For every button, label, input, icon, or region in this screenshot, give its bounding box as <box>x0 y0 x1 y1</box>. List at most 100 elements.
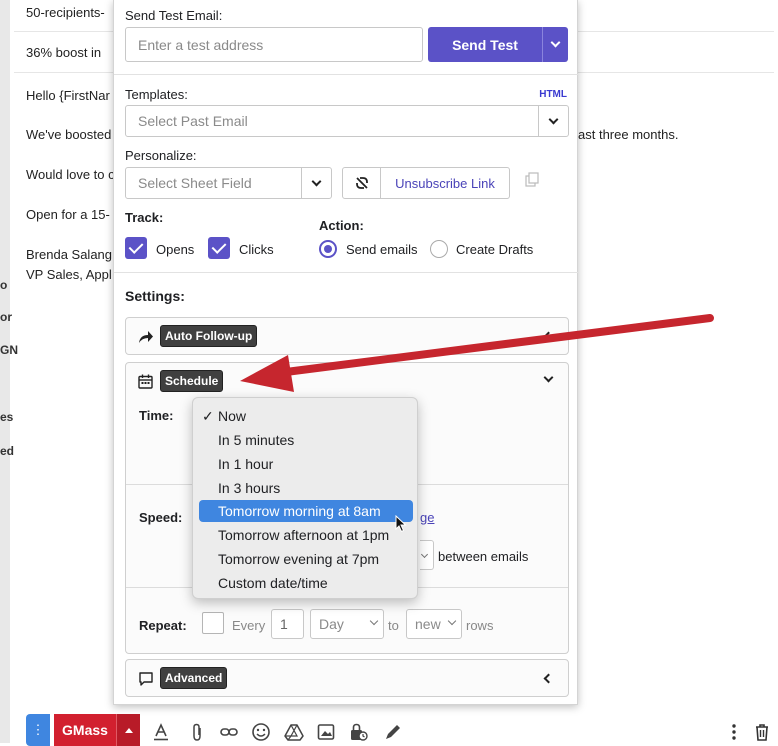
divider <box>114 74 579 75</box>
chevron-down-icon <box>420 550 429 559</box>
more-options-icon[interactable] <box>724 722 744 742</box>
unsubscribe-link-button[interactable]: Unsubscribe Link <box>381 168 509 198</box>
text-format-icon[interactable] <box>151 722 171 742</box>
attachment-icon[interactable] <box>187 722 207 742</box>
time-option-1hour[interactable]: In 1 hour <box>218 453 273 475</box>
cut-text: es <box>0 410 14 424</box>
gmass-button[interactable]: GMass <box>54 714 116 746</box>
test-address-input[interactable]: Enter a test address <box>125 27 423 62</box>
unlink-button[interactable] <box>343 168 381 198</box>
cut-text: GN <box>0 343 18 357</box>
advanced-section[interactable]: Advanced <box>125 659 569 697</box>
signature-name: Brenda Salang <box>26 247 113 262</box>
repeat-label: Repeat: <box>139 618 187 633</box>
chevron-left-icon <box>543 673 554 684</box>
settings-label: Settings: <box>125 288 185 304</box>
time-option-custom[interactable]: Custom date/time <box>218 572 328 594</box>
chevron-down-icon <box>550 37 561 48</box>
every-count-value: 1 <box>280 616 288 632</box>
rows-type-select[interactable]: new <box>406 609 462 639</box>
cut-text: or <box>0 310 12 324</box>
chevron-down-icon <box>447 616 457 626</box>
time-option-tomorrow-afternoon[interactable]: Tomorrow afternoon at 1pm <box>218 524 389 546</box>
chevron-down-icon <box>548 114 559 124</box>
body-line: Open for a 15- <box>26 207 110 222</box>
speed-link[interactable]: ge <box>420 510 434 525</box>
repeat-unit-select[interactable]: Day <box>310 609 384 639</box>
send-test-label: Send Test Email: <box>125 8 223 23</box>
create-drafts-radio[interactable] <box>430 240 448 258</box>
past-email-select[interactable]: Select Past Email <box>125 105 569 137</box>
rows-label: rows <box>466 618 494 633</box>
chevron-down-icon <box>311 176 322 186</box>
reply-forward-icon <box>139 331 153 343</box>
unlink-icon <box>355 177 368 189</box>
every-label: Every <box>232 618 266 633</box>
signature-pen-icon[interactable] <box>383 722 403 742</box>
time-option-label: Now <box>218 408 247 424</box>
sheet-field-dropdown[interactable] <box>301 168 331 198</box>
time-option-5min[interactable]: In 5 minutes <box>218 429 294 451</box>
send-test-button[interactable]: Send Test <box>428 27 542 62</box>
time-label: Time: <box>139 408 174 423</box>
copy-icon[interactable] <box>524 172 540 188</box>
send-test-button-group: Send Test <box>428 27 568 62</box>
action-label: Action: <box>319 218 364 233</box>
gmass-settings-dots-button[interactable]: ⋮ <box>26 714 50 746</box>
gmass-settings-toggle[interactable] <box>116 714 140 746</box>
send-emails-label: Send emails <box>346 242 418 257</box>
drive-icon[interactable] <box>284 722 304 742</box>
body-line: Would love to c <box>26 167 115 182</box>
chevron-down-icon <box>369 616 379 626</box>
body-line: Hello {FirstNar <box>26 88 110 103</box>
opens-checkbox[interactable] <box>125 237 147 259</box>
trash-icon[interactable] <box>752 722 772 742</box>
checkmark-icon: ✓ <box>202 408 214 424</box>
repeat-checkbox[interactable] <box>202 612 224 634</box>
schedule-title: Schedule <box>160 370 224 392</box>
time-option-now[interactable]: ✓ Now <box>202 405 247 427</box>
test-address-placeholder: Enter a test address <box>138 36 264 53</box>
cut-text: o <box>0 278 8 292</box>
cut-text: ed <box>0 444 15 458</box>
mouse-cursor-icon <box>395 515 407 533</box>
past-email-placeholder: Select Past Email <box>138 113 248 129</box>
emoji-icon[interactable] <box>251 722 271 742</box>
unsubscribe-group: Unsubscribe Link <box>342 167 510 199</box>
send-emails-radio[interactable] <box>319 240 337 258</box>
rows-type-value: new <box>415 616 441 632</box>
track-label: Track: <box>125 210 164 225</box>
templates-label: Templates: <box>125 87 188 102</box>
subject-line: 50-recipients- <box>26 5 105 20</box>
create-drafts-label: Create Drafts <box>456 242 534 257</box>
comment-icon <box>139 672 153 686</box>
signature-title: VP Sales, Appl <box>26 267 112 282</box>
time-option-3hours[interactable]: In 3 hours <box>218 477 280 499</box>
past-email-dropdown[interactable] <box>538 106 568 136</box>
send-test-dropdown[interactable] <box>542 27 568 62</box>
body-line-continuation: ast three months. <box>578 127 679 142</box>
speed-label: Speed: <box>139 510 183 525</box>
advanced-title: Advanced <box>160 667 228 689</box>
confidential-mode-icon[interactable] <box>348 722 368 742</box>
time-option-tomorrow-morning[interactable]: Tomorrow morning at 8am <box>199 500 413 522</box>
between-emails-label: between emails <box>438 549 529 564</box>
caret-up-icon <box>124 727 133 733</box>
body-line: We've boosted <box>26 127 112 142</box>
sheet-field-select[interactable]: Select Sheet Field <box>125 167 332 199</box>
photo-icon[interactable] <box>316 722 336 742</box>
subject-line: 36% boost in <box>26 45 102 60</box>
sheet-field-placeholder: Select Sheet Field <box>138 175 252 191</box>
every-count-input[interactable]: 1 <box>271 609 304 639</box>
annotation-arrow <box>240 314 714 392</box>
time-dropdown-menu: ✓ Now In 5 minutes In 1 hour In 3 hours … <box>192 397 418 599</box>
time-option-tomorrow-evening[interactable]: Tomorrow evening at 7pm <box>218 548 379 570</box>
html-link[interactable]: HTML <box>539 89 567 100</box>
to-label: to <box>388 618 399 633</box>
link-icon[interactable] <box>219 722 239 742</box>
calendar-icon <box>138 374 153 389</box>
speed-select-edge[interactable] <box>420 540 434 570</box>
window-edge <box>0 0 10 743</box>
clicks-label: Clicks <box>239 242 274 257</box>
clicks-checkbox[interactable] <box>208 237 230 259</box>
